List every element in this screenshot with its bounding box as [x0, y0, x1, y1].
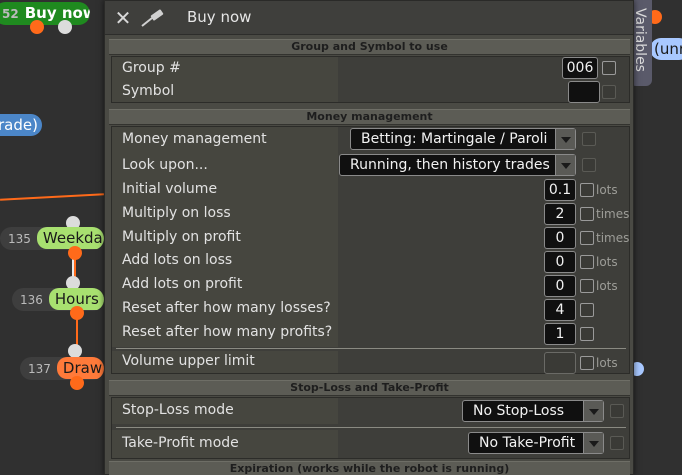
look-upon-select[interactable]: Running, then history trades	[339, 154, 576, 176]
chevron-down-icon[interactable]	[555, 155, 575, 175]
multiply-loss-unit: times	[596, 207, 630, 221]
mm-select[interactable]: Betting: Martingale / Paroli	[350, 128, 576, 150]
stop-loss-mode-label: Stop-Loss mode	[122, 402, 234, 418]
node-output-dot[interactable]	[30, 20, 44, 34]
reset-profits-checkbox[interactable]	[580, 327, 594, 341]
add-lots-loss-field[interactable]: 0	[544, 251, 576, 273]
add-lots-profit-label: Add lots on profit	[122, 276, 243, 292]
stop-loss-checkbox[interactable]	[610, 404, 624, 418]
node-unr[interactable]: (unr	[650, 38, 682, 60]
multiply-profit-field[interactable]: 0	[544, 227, 576, 249]
node-label: rade)	[0, 116, 38, 134]
chevron-down-icon[interactable]	[583, 433, 603, 453]
variables-tab-label: Variables	[632, 8, 648, 72]
add-lots-profit-unit: lots	[596, 279, 618, 293]
initial-volume-checkbox[interactable]	[580, 183, 594, 197]
node-trade[interactable]: rade)	[0, 114, 42, 136]
node-output-dot[interactable]	[70, 376, 84, 390]
multiply-profit-label: Multiply on profit	[122, 229, 241, 245]
volume-upper-limit-checkbox[interactable]	[580, 356, 594, 370]
add-lots-loss-unit: lots	[596, 255, 618, 269]
mm-checkbox[interactable]	[582, 132, 596, 146]
mm-select-value: Betting: Martingale / Paroli	[361, 131, 548, 147]
initial-volume-label: Initial volume	[122, 181, 218, 197]
multiply-loss-checkbox[interactable]	[580, 207, 594, 221]
node-input-dot[interactable]	[68, 344, 82, 358]
divider	[116, 348, 626, 349]
reset-losses-checkbox[interactable]	[580, 303, 594, 317]
node-buy-now[interactable]: 52 Buy now	[0, 2, 90, 25]
section-header-money[interactable]: Money management	[109, 109, 630, 125]
node-label: Draw L	[56, 357, 104, 379]
multiply-loss-label: Multiply on loss	[122, 205, 231, 221]
node-number: 136	[20, 293, 43, 307]
sltp-panel: Stop-Loss mode No Stop-Loss Take-Profit …	[111, 397, 630, 459]
initial-volume-unit: lots	[596, 183, 618, 197]
node-output-dot[interactable]	[58, 20, 72, 34]
take-profit-mode-select[interactable]: No Take-Profit	[468, 432, 604, 454]
node-output-dot[interactable]	[70, 306, 84, 320]
connector	[0, 193, 104, 201]
reset-losses-label: Reset after how many losses?	[122, 300, 331, 316]
multiply-loss-field[interactable]: 2	[544, 203, 576, 225]
mm-label: Money management	[122, 131, 267, 147]
symbol-checkbox[interactable]	[602, 85, 616, 99]
dialog-title: Buy now	[187, 8, 252, 26]
take-profit-mode-value: No Take-Profit	[479, 435, 576, 451]
take-profit-checkbox[interactable]	[610, 436, 624, 450]
section-header-group[interactable]: Group and Symbol to use	[109, 39, 630, 55]
buy-now-dialog: ✕ Buy now Group and Symbol to use Group …	[104, 0, 634, 475]
node-label: Weekday	[36, 227, 104, 249]
group-checkbox[interactable]	[602, 61, 616, 75]
volume-upper-limit-unit: lots	[596, 356, 618, 370]
node-draw[interactable]: 137 Draw L	[20, 357, 104, 380]
divider	[116, 427, 626, 428]
node-label: (unr	[654, 40, 682, 58]
take-profit-mode-label: Take-Profit mode	[122, 435, 239, 451]
dialog-titlebar[interactable]: ✕ Buy now	[105, 1, 633, 35]
multiply-profit-checkbox[interactable]	[580, 231, 594, 245]
group-panel: Group # 006 Symbol	[111, 56, 630, 103]
look-upon-select-value: Running, then history trades	[350, 157, 550, 173]
chevron-down-icon[interactable]	[583, 401, 603, 421]
stop-loss-mode-select[interactable]: No Stop-Loss	[462, 400, 604, 422]
section-header-expiration[interactable]: Expiration (works while the robot is run…	[109, 461, 630, 475]
add-lots-profit-field[interactable]: 0	[544, 275, 576, 297]
group-number-field[interactable]: 006	[562, 57, 598, 79]
symbol-field[interactable]	[568, 81, 600, 103]
node-number: 135	[8, 232, 31, 246]
reset-losses-field[interactable]: 4	[544, 299, 576, 321]
look-upon-checkbox[interactable]	[582, 158, 596, 172]
node-output-dot[interactable]	[68, 246, 82, 260]
node-hours[interactable]: 136 Hours f	[12, 288, 104, 311]
node-number: 137	[28, 362, 51, 376]
pin-icon[interactable]	[139, 7, 167, 29]
node-weekday[interactable]: 135 Weekday	[0, 227, 104, 250]
add-lots-loss-label: Add lots on loss	[122, 252, 233, 268]
initial-volume-field[interactable]: 0.1	[544, 179, 576, 201]
section-header-sltp[interactable]: Stop-Loss and Take-Profit	[109, 380, 630, 396]
reset-profits-label: Reset after how many profits?	[122, 324, 333, 340]
money-panel: Money management Betting: Martingale / P…	[111, 126, 630, 374]
add-lots-profit-checkbox[interactable]	[580, 279, 594, 293]
node-number: 52	[2, 7, 19, 21]
volume-upper-limit-label: Volume upper limit	[122, 353, 255, 369]
multiply-profit-unit: times	[596, 231, 630, 245]
reset-profits-field[interactable]: 1	[544, 323, 576, 345]
symbol-label: Symbol	[122, 83, 175, 99]
add-lots-loss-checkbox[interactable]	[580, 255, 594, 269]
stop-loss-mode-value: No Stop-Loss	[473, 403, 565, 419]
group-label: Group #	[122, 60, 181, 76]
close-icon[interactable]: ✕	[113, 8, 133, 28]
volume-upper-limit-field[interactable]	[544, 352, 576, 374]
look-upon-label: Look upon...	[122, 157, 208, 173]
chevron-down-icon[interactable]	[555, 129, 575, 149]
